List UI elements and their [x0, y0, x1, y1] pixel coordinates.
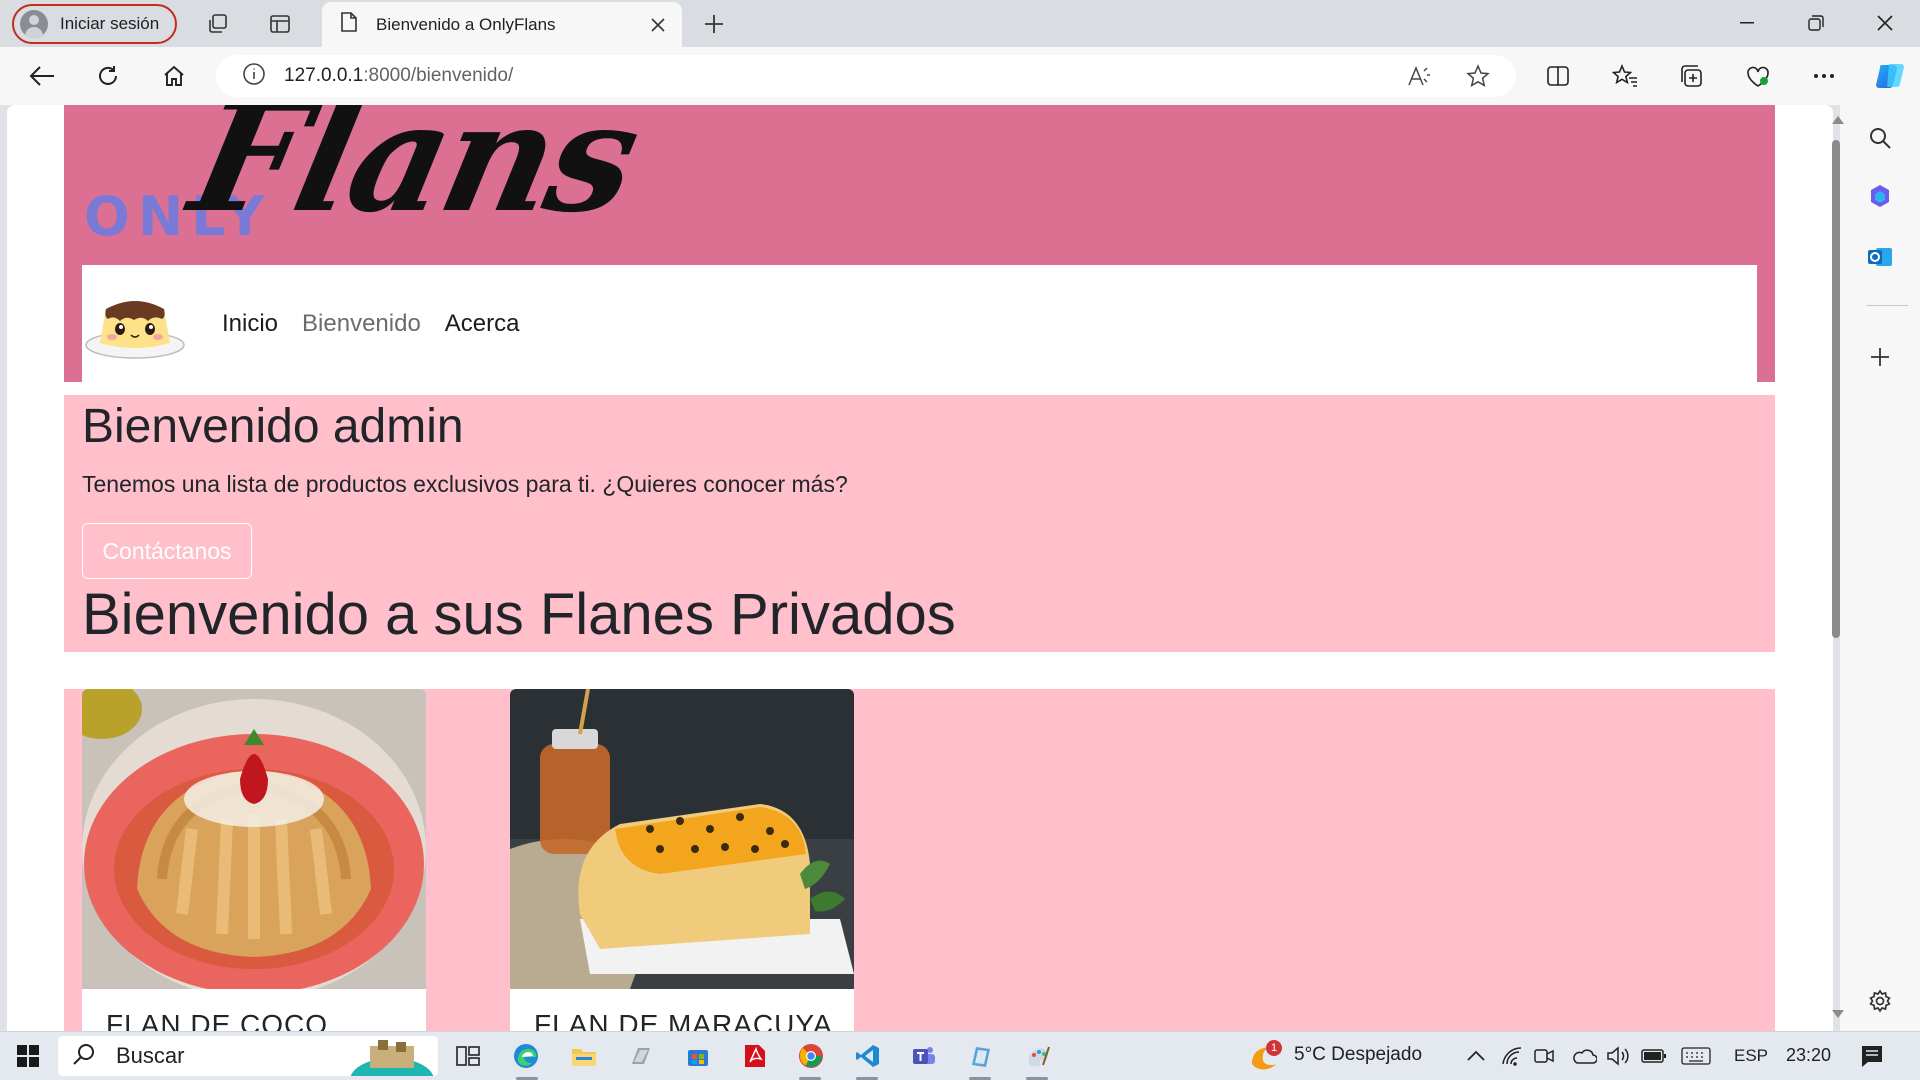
taskbar-search[interactable]: Buscar	[58, 1036, 438, 1080]
windows-start-icon[interactable]	[12, 1040, 44, 1072]
reload-icon[interactable]	[93, 61, 123, 91]
tab-active[interactable]: Bienvenido a OnlyFlans	[322, 2, 682, 47]
home-icon[interactable]	[159, 61, 189, 91]
read-aloud-icon[interactable]	[1404, 61, 1434, 91]
chrome-icon[interactable]	[795, 1040, 827, 1072]
products-section: FLAN DE COCO FLAN DE MARACUYA	[64, 689, 1775, 1031]
search-icon[interactable]	[1865, 123, 1895, 153]
more-menu-icon[interactable]	[1809, 61, 1839, 91]
url-text: 127.0.0.1:8000/bienvenido/	[284, 65, 514, 86]
copilot-icon[interactable]	[1872, 58, 1908, 94]
scroll-down-icon[interactable]	[1832, 1010, 1844, 1018]
new-tab-icon[interactable]	[700, 10, 728, 38]
tab-close-icon[interactable]	[644, 11, 672, 39]
back-icon[interactable]	[27, 61, 57, 91]
address-bar[interactable]: 127.0.0.1:8000/bienvenido/	[216, 55, 1516, 97]
site-header: ONLY Flans Inicio Bienvenido Acerca	[64, 105, 1775, 382]
language-indicator[interactable]: ESP	[1734, 1046, 1768, 1066]
outlook-icon[interactable]	[1865, 242, 1895, 272]
volume-icon[interactable]	[1602, 1040, 1634, 1072]
profile-avatar-icon	[20, 10, 48, 38]
weather-badge: 1	[1266, 1040, 1282, 1056]
battery-icon[interactable]	[1638, 1040, 1670, 1072]
product-card[interactable]: FLAN DE MARACUYA	[510, 689, 854, 1031]
notifications-icon[interactable]	[1856, 1040, 1888, 1072]
favorite-star-icon[interactable]	[1463, 61, 1493, 91]
page-scrollbar[interactable]	[1828, 110, 1844, 1030]
product-card[interactable]: FLAN DE COCO	[82, 689, 426, 1031]
tab-title: Bienvenido a OnlyFlans	[376, 14, 556, 34]
flan-logo-icon[interactable]	[84, 287, 186, 361]
minimize-icon[interactable]	[1714, 0, 1780, 46]
add-sidebar-app-icon[interactable]	[1865, 342, 1895, 372]
browser-essentials-icon[interactable]	[1743, 61, 1773, 91]
edge-taskbar-icon[interactable]	[510, 1040, 542, 1072]
scroll-up-icon[interactable]	[1832, 116, 1844, 124]
contact-button[interactable]: Contáctanos	[82, 523, 252, 579]
welcome-text: Tenemos una lista de productos exclusivo…	[82, 471, 848, 497]
close-window-icon[interactable]	[1852, 0, 1918, 46]
private-flans-heading: Bienvenido a sus Flanes Privados	[82, 582, 956, 647]
paint-icon[interactable]	[1022, 1040, 1054, 1072]
product-title: FLAN DE COCO	[106, 1009, 329, 1031]
welcome-section: Bienvenido admin Tenemos una lista de pr…	[64, 395, 1775, 652]
favorites-icon[interactable]	[1610, 61, 1640, 91]
nav-link-acerca[interactable]: Acerca	[445, 310, 520, 338]
clock[interactable]: 23:20	[1786, 1045, 1831, 1066]
search-highlight-icon	[344, 1036, 436, 1080]
workspaces-icon[interactable]	[204, 10, 232, 38]
onedrive-icon[interactable]	[1568, 1040, 1600, 1072]
restore-icon[interactable]	[1783, 0, 1849, 46]
logo-flans-text: Flans	[178, 105, 650, 246]
teams-icon[interactable]	[908, 1040, 940, 1072]
product-title: FLAN DE MARACUYA	[534, 1009, 833, 1031]
copilot-sidebar-icon[interactable]	[1865, 181, 1895, 211]
welcome-title: Bienvenido admin	[82, 400, 464, 453]
search-icon	[72, 1042, 96, 1071]
collections-icon[interactable]	[1677, 61, 1707, 91]
microsoft-store-icon[interactable]	[682, 1040, 714, 1072]
keyboard-icon[interactable]	[1680, 1040, 1712, 1072]
windows-taskbar: Buscar 1 5°C Despejado ESP 23:20	[0, 1031, 1920, 1080]
sidebar-settings-icon[interactable]	[1865, 986, 1895, 1016]
coconut-flan-image	[82, 689, 426, 989]
task-view-icon[interactable]	[452, 1040, 484, 1072]
profile-label: Iniciar sesión	[60, 14, 160, 33]
split-screen-icon[interactable]	[1543, 61, 1573, 91]
acrobat-icon[interactable]	[739, 1040, 771, 1072]
browser-sidebar	[1840, 105, 1920, 1031]
weather-text[interactable]: 5°C Despejado	[1294, 1044, 1422, 1066]
browser-tab-strip: Iniciar sesión Bienvenido a OnlyFlans	[0, 0, 1920, 47]
page-icon	[340, 11, 358, 38]
sidebar-divider	[1866, 305, 1908, 306]
navbar: Inicio Bienvenido Acerca	[82, 265, 1757, 382]
scroll-thumb[interactable]	[1832, 140, 1840, 638]
vscode-icon[interactable]	[852, 1040, 884, 1072]
profile-button[interactable]: Iniciar sesión	[12, 4, 177, 44]
camera-icon[interactable]	[1528, 1040, 1560, 1072]
page-viewport: ONLY Flans Inicio Bienvenido Acerca Bien…	[7, 105, 1833, 1031]
tab-actions-icon[interactable]	[266, 10, 294, 38]
app-icon[interactable]	[965, 1040, 997, 1072]
search-label: Buscar	[116, 1043, 185, 1068]
browser-toolbar: 127.0.0.1:8000/bienvenido/	[0, 47, 1920, 105]
file-explorer-icon[interactable]	[568, 1040, 600, 1072]
nav-link-bienvenido[interactable]: Bienvenido	[302, 310, 421, 338]
passion-fruit-flan-image	[510, 689, 854, 989]
site-info-icon[interactable]	[242, 62, 266, 91]
file-manager-icon[interactable]	[625, 1040, 657, 1072]
show-hidden-icons-icon[interactable]	[1460, 1040, 1492, 1072]
network-icon[interactable]	[1496, 1040, 1528, 1072]
nav-link-inicio[interactable]: Inicio	[222, 310, 278, 338]
